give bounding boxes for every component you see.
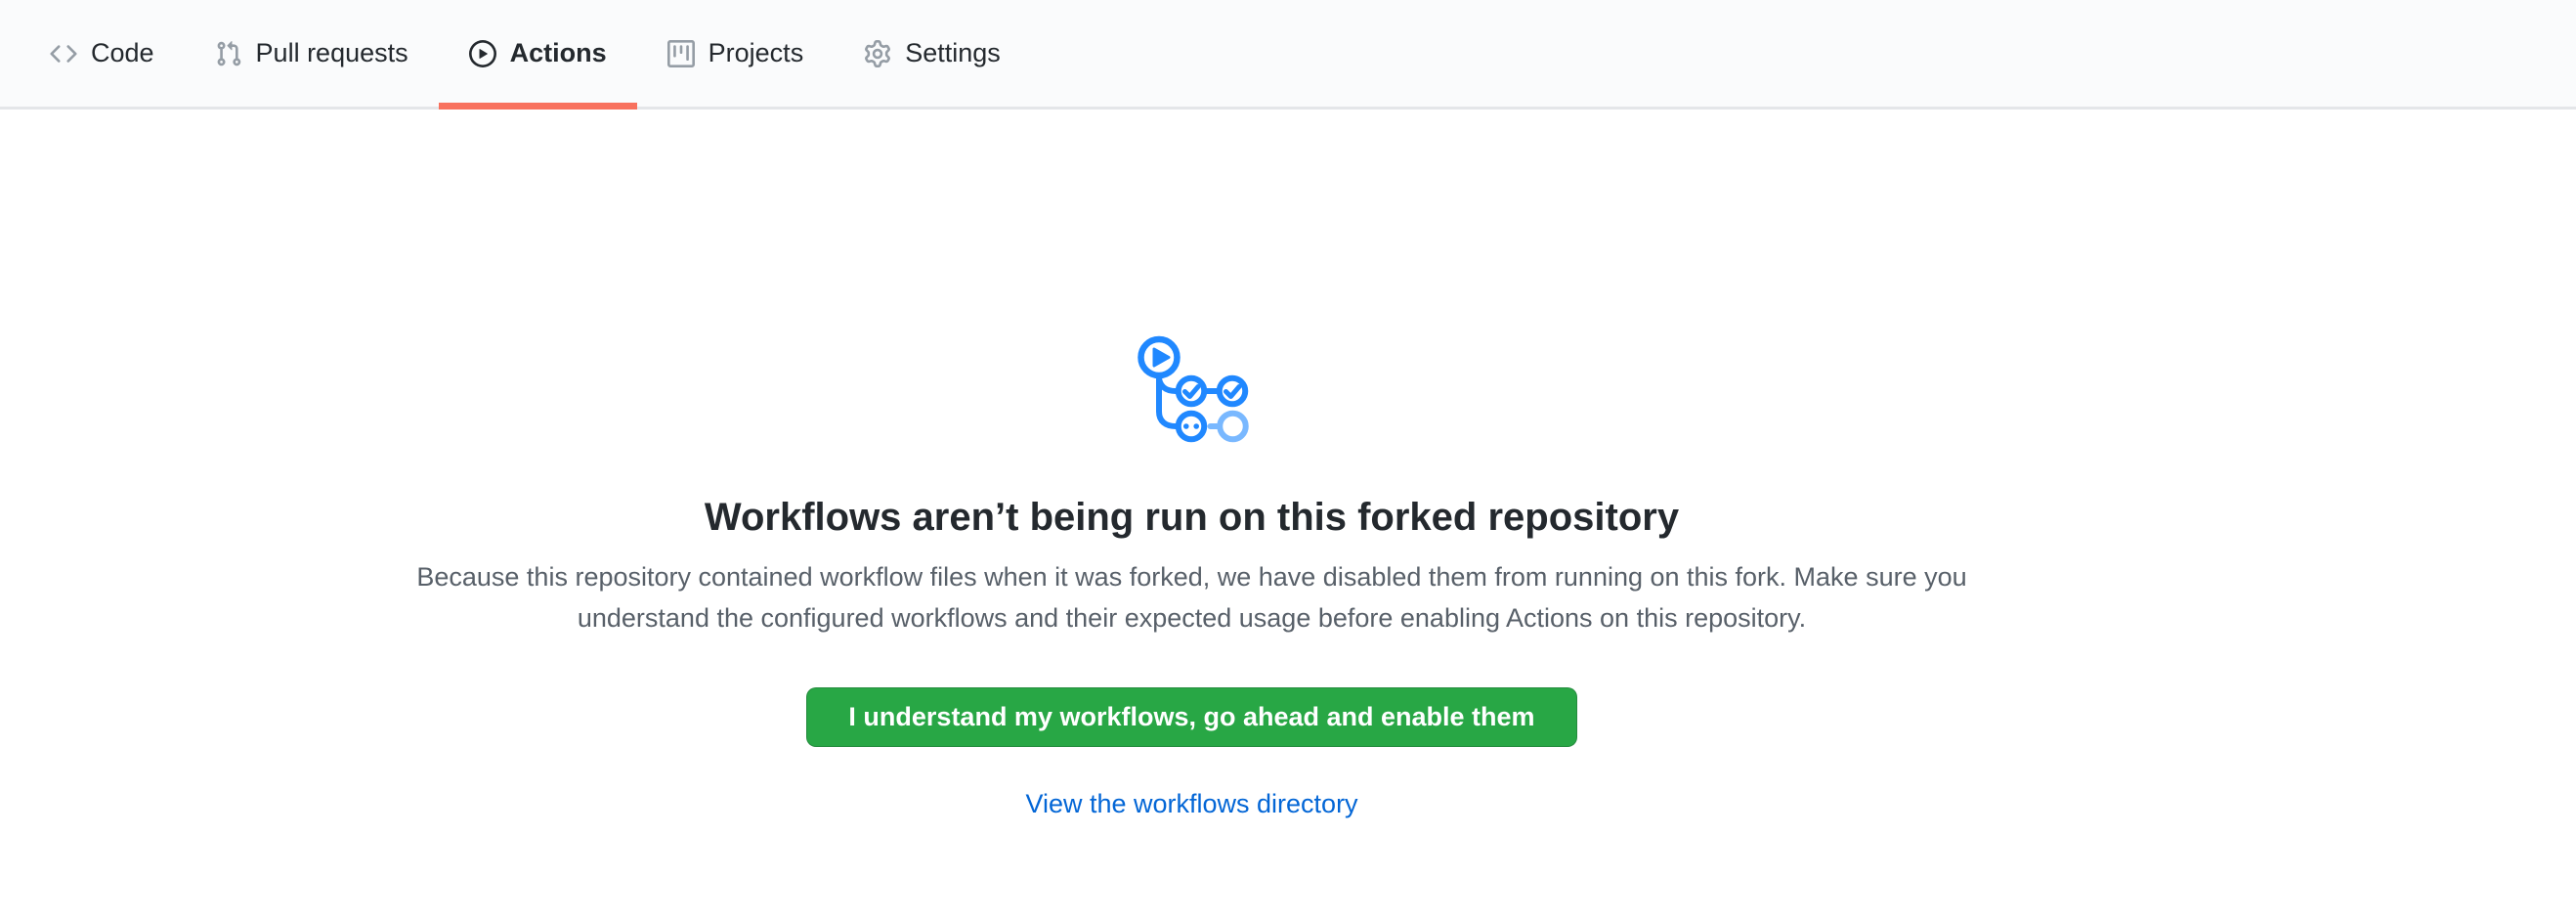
tab-projects[interactable]: Projects (637, 0, 835, 107)
active-tab-underline (439, 103, 637, 110)
project-icon (667, 40, 695, 67)
tab-actions[interactable]: Actions (439, 0, 637, 107)
enable-workflows-button[interactable]: I understand my workflows, go ahead and … (806, 687, 1576, 747)
tab-actions-label: Actions (510, 38, 607, 68)
tab-projects-label: Projects (708, 38, 804, 68)
actions-disabled-blankslate: Workflows aren’t being run on this forke… (0, 110, 2576, 819)
workflow-icon (1135, 327, 1250, 448)
tab-pull-requests[interactable]: Pull requests (185, 0, 439, 107)
code-icon (50, 40, 77, 67)
tab-settings[interactable]: Settings (834, 0, 1031, 107)
play-icon (469, 40, 496, 67)
tab-code-label: Code (91, 38, 154, 68)
view-workflows-directory-link[interactable]: View the workflows directory (1025, 789, 1357, 819)
tab-settings-label: Settings (905, 38, 1001, 68)
gear-icon (864, 40, 891, 67)
repo-tab-nav: Code Pull requests Actions Projects Sett… (0, 0, 2576, 110)
git-pull-request-icon (215, 40, 242, 67)
blankslate-description: Because this repository contained workfl… (398, 556, 1986, 638)
tab-pull-requests-label: Pull requests (256, 38, 408, 68)
tab-code[interactable]: Code (20, 0, 185, 107)
blankslate-heading: Workflows aren’t being run on this forke… (705, 493, 1679, 542)
